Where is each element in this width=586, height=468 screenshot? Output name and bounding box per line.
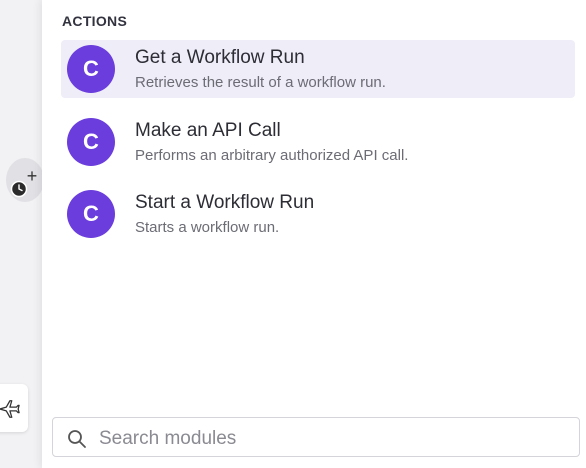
app-logo-icon: C [67,190,115,238]
search-box[interactable] [52,417,580,457]
action-title: Make an API Call [135,120,281,141]
clock-icon[interactable] [10,180,28,198]
action-description: Performs an arbitrary authorized API cal… [135,147,409,164]
action-description: Retrieves the result of a workflow run. [135,74,386,91]
action-title: Get a Workflow Run [135,47,305,68]
action-title: Start a Workflow Run [135,192,315,213]
airplane-icon [0,400,20,418]
module-picker-panel: ACTIONS C Get a Workflow Run Retrieves t… [42,0,586,468]
action-item-get-workflow-run[interactable]: C Get a Workflow Run Retrieves the resul… [61,40,575,98]
tool-button[interactable] [0,384,28,432]
action-item-start-workflow-run[interactable]: C Start a Workflow Run Starts a workflow… [61,185,575,243]
app-logo-icon: C [67,45,115,93]
action-description: Starts a workflow run. [135,219,280,236]
section-title: ACTIONS [62,13,128,29]
search-input[interactable] [97,425,571,453]
search-icon [68,430,86,448]
action-item-make-api-call[interactable]: C Make an API Call Performs an arbitrary… [61,113,575,171]
scenario-canvas: + [0,0,44,468]
app-logo-icon: C [67,118,115,166]
